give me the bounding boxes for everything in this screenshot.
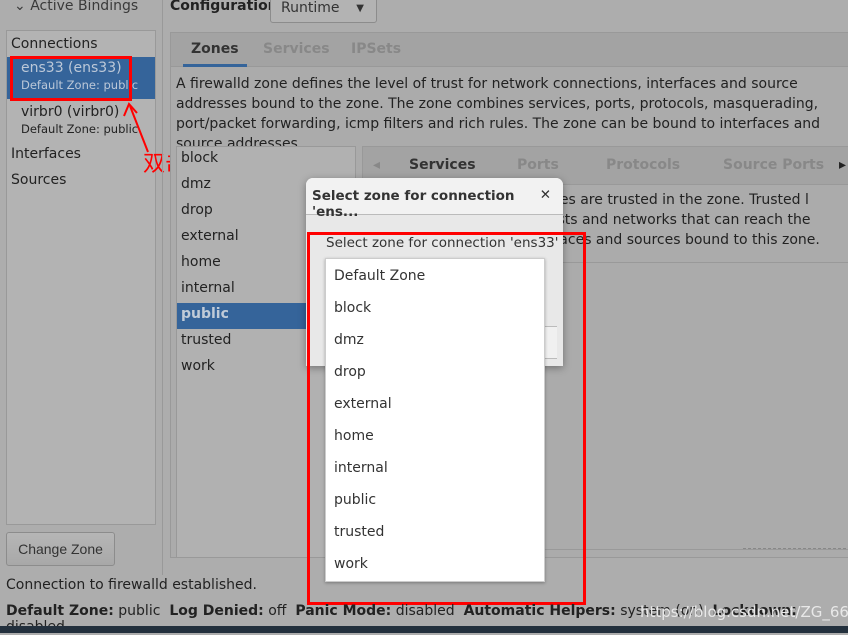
dialog-title: Select zone for connection 'ens...: [312, 188, 515, 220]
annotation-arrow-icon: [123, 102, 149, 153]
connections-header: Connections: [11, 36, 98, 52]
highlight-box: [10, 56, 132, 101]
configuration-select[interactable]: Runtime ▼: [270, 0, 377, 23]
configuration-label: Configuration:: [170, 0, 284, 14]
interfaces-header[interactable]: Interfaces: [11, 146, 81, 162]
chevron-down-icon: ⌄: [14, 0, 31, 14]
dialog-label: Select zone for connection 'ens33': [326, 235, 559, 251]
scroll-right-icon[interactable]: ▸: [839, 157, 846, 173]
zone-options-popover: Default Zone block dmz drop external hom…: [325, 258, 545, 582]
zone-option[interactable]: dmz: [334, 332, 364, 348]
zone-option[interactable]: public: [334, 492, 376, 508]
divider: [743, 548, 848, 549]
subtab-source-ports[interactable]: Source Ports: [723, 157, 824, 173]
subtab-protocols[interactable]: Protocols: [606, 157, 680, 173]
tab-services[interactable]: Services: [263, 41, 330, 57]
sources-header[interactable]: Sources: [11, 172, 66, 188]
zone-option[interactable]: block: [334, 300, 371, 316]
dropdown-arrow-icon: ▼: [356, 3, 364, 14]
status-message: Connection to firewalld established.: [6, 577, 257, 593]
zone-option[interactable]: work: [334, 556, 368, 572]
scroll-left-icon[interactable]: ◂: [373, 157, 380, 173]
zone-option[interactable]: internal: [334, 460, 388, 476]
tab-zones[interactable]: Zones: [183, 41, 247, 67]
watermark: https://blog.csdn.net/ZG_66: [640, 603, 848, 621]
change-zone-button[interactable]: Change Zone: [6, 532, 115, 566]
services-description: vices are trusted in the zone. Trusted l…: [540, 192, 820, 248]
subtab-services[interactable]: Services: [409, 157, 476, 173]
taskbar-strip: [0, 626, 848, 633]
zone-option[interactable]: Default Zone: [334, 268, 425, 284]
close-icon[interactable]: ✕: [540, 187, 551, 203]
subtab-ports[interactable]: Ports: [517, 157, 559, 173]
active-bindings-toggle[interactable]: ⌄ Active Bindings: [14, 0, 138, 14]
zone-option[interactable]: drop: [334, 364, 366, 380]
zones-description: A firewalld zone defines the level of tr…: [176, 76, 821, 152]
zone-option[interactable]: external: [334, 396, 392, 412]
zone-option[interactable]: home: [334, 428, 374, 444]
tab-ipsets[interactable]: IPSets: [351, 41, 401, 57]
zone-option[interactable]: trusted: [334, 524, 384, 540]
zone-item[interactable]: block: [177, 147, 355, 173]
pane-divider[interactable]: [162, 0, 163, 575]
